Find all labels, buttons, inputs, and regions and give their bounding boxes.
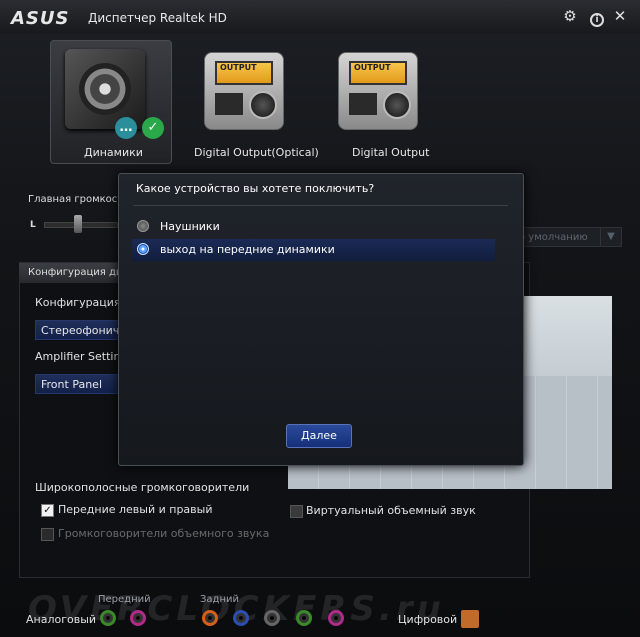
fullrange-section-title: Широкополосные громкоговорители: [35, 481, 250, 494]
device-label-optical: Digital Output(Optical): [194, 146, 319, 159]
title-bar: ASUS Диспетчер Realtek HD ⚙ i ✕: [0, 0, 640, 34]
amplifier-label: Amplifier Setting: [35, 350, 119, 363]
next-button[interactable]: Далее: [286, 424, 352, 448]
rear-jack-gray[interactable]: [264, 610, 280, 626]
device-screen: OUTPUT: [215, 61, 273, 85]
surround-label: Громкоговорители объемного звука: [58, 527, 270, 540]
virtual-surround-label: Виртуальный объемный звук: [306, 504, 476, 517]
rear-jacks-label: Задний: [200, 594, 239, 605]
chat-icon: …: [115, 117, 137, 139]
headphones-radio[interactable]: [137, 220, 149, 232]
info-icon[interactable]: i: [589, 9, 605, 27]
device-label-speakers: Динамики: [84, 146, 143, 159]
chevron-down-icon[interactable]: ▼: [600, 228, 621, 246]
realtek-window: ASUS Диспетчер Realtek HD ⚙ i ✕ … ✓ Дина…: [0, 0, 640, 637]
window-title: Диспетчер Realtek HD: [88, 11, 227, 25]
gear-icon[interactable]: ⚙: [562, 8, 578, 24]
digital-output-icon[interactable]: [461, 610, 479, 628]
surround-checkbox[interactable]: [41, 528, 54, 541]
digital-label: Цифровой: [398, 613, 458, 626]
asus-logo: ASUS: [11, 8, 70, 29]
config-select[interactable]: Стереофониче: [35, 320, 119, 340]
tab-speaker-config[interactable]: Конфигурация дин: [19, 263, 119, 283]
front-jack-pink[interactable]: [130, 610, 146, 626]
check-icon: ✓: [142, 117, 164, 139]
device-label-digital: Digital Output: [352, 146, 430, 159]
amplifier-select[interactable]: Front Panel: [35, 374, 119, 394]
device-tile-optical[interactable]: OUTPUT: [190, 40, 310, 162]
virtual-surround-checkbox[interactable]: [290, 505, 303, 518]
headphones-option-label[interactable]: Наушники: [160, 220, 220, 233]
dialog-divider: [133, 205, 508, 206]
main-volume-label: Главная громкость: [28, 194, 130, 205]
front-lr-label: Передние левый и правый: [58, 503, 213, 516]
front-speakers-option-label[interactable]: выход на передние динамики: [160, 243, 335, 256]
balance-left-label: L: [30, 220, 36, 230]
front-jack-green[interactable]: [100, 610, 116, 626]
output-device-icon: OUTPUT: [204, 52, 284, 130]
device-tile-digital[interactable]: OUTPUT: [330, 40, 450, 162]
connect-device-dialog: Какое устройство вы хотете поключить? На…: [118, 173, 524, 466]
front-speakers-radio[interactable]: [137, 243, 149, 255]
front-jacks-label: Передний: [98, 594, 151, 605]
speaker-icon: [65, 49, 145, 129]
config-label: Конфигурация д: [35, 296, 119, 309]
balance-slider-thumb[interactable]: [74, 215, 82, 233]
close-icon[interactable]: ✕: [612, 8, 628, 24]
dialog-title: Какое устройство вы хотете поключить?: [136, 182, 375, 195]
rear-jack-blue[interactable]: [233, 610, 249, 626]
output-device-icon: OUTPUT: [338, 52, 418, 130]
rear-jack-pink[interactable]: [328, 610, 344, 626]
rear-jack-green[interactable]: [296, 610, 312, 626]
rear-jack-orange[interactable]: [202, 610, 218, 626]
analog-label: Аналоговый: [26, 613, 97, 626]
front-lr-checkbox[interactable]: ✓: [41, 504, 54, 517]
device-screen: OUTPUT: [349, 61, 407, 85]
